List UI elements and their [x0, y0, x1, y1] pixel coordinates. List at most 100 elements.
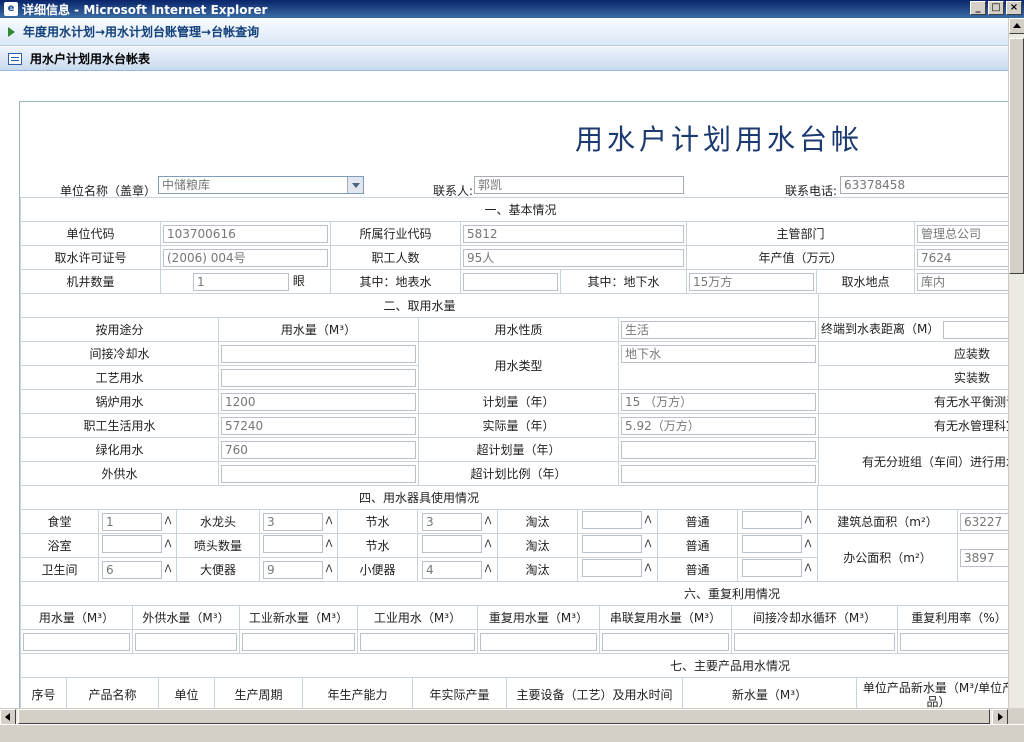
industry-code-label: 所属行业代码 [330, 221, 461, 246]
process-field[interactable] [221, 368, 416, 387]
reuse-field[interactable] [480, 632, 597, 651]
staff-field[interactable]: 95人 [463, 248, 684, 267]
toilet-room-field[interactable]: 6 [102, 560, 162, 579]
reuse-field[interactable] [242, 632, 355, 651]
intake-table: 二、取用水量 按用途分 用水量（M³） 用水性质 生活 终端到水表距离（M） 间… [20, 293, 1008, 486]
type-field[interactable]: 地下水 [621, 345, 817, 363]
scroll-left-button[interactable] [0, 709, 16, 725]
minimize-button[interactable]: _ [970, 1, 986, 15]
industry-code-field[interactable]: 5812 [463, 224, 684, 243]
reuse-field[interactable] [900, 632, 1008, 651]
appliance-table: 四、用水器具使用情况 食堂 1ᐱ 水龙头 3ᐱ 节水 3ᐱ 淘汰 ᐱ 普通 ᐱ … [20, 485, 1008, 582]
shower-field[interactable] [263, 535, 323, 553]
vertical-scrollbar[interactable] [1008, 18, 1024, 724]
stepper-up-icon[interactable]: ᐱ [483, 539, 493, 550]
unit-code-field[interactable]: 103700616 [163, 224, 328, 243]
list-icon [8, 52, 22, 65]
chevron-down-icon[interactable] [347, 177, 363, 193]
saving-field[interactable] [422, 535, 482, 553]
green-field[interactable]: 760 [221, 440, 416, 459]
urinal-field[interactable]: 4 [422, 560, 482, 579]
cooling-field[interactable] [221, 344, 416, 363]
stepper-up-icon[interactable]: ᐱ [163, 564, 173, 575]
domestic-field[interactable]: 57240 [221, 416, 416, 435]
reuse-field[interactable] [602, 632, 729, 651]
stepper-up-icon[interactable]: ᐱ [324, 539, 334, 550]
obsolete-field[interactable] [582, 559, 642, 577]
obsolete-field[interactable] [582, 535, 642, 553]
stepper-up-icon[interactable]: ᐱ [163, 516, 173, 527]
stepper-up-icon[interactable]: ᐱ [803, 515, 813, 526]
reuse-field[interactable] [360, 632, 475, 651]
stepper-up-icon[interactable]: ᐱ [643, 539, 653, 550]
normal-field[interactable] [742, 559, 802, 577]
office-field[interactable]: 3897 [960, 548, 1008, 567]
boiler-label: 锅炉用水 [20, 389, 219, 414]
header-row: 单位名称（盖章） 中储粮库 联系人: 郭凯 联系电话: 63378458 [20, 172, 1008, 198]
normal-field[interactable] [742, 535, 802, 553]
stepper-up-icon[interactable]: ᐱ [324, 516, 334, 527]
stepper-up-icon[interactable]: ᐱ [324, 564, 334, 575]
output-field[interactable]: 7624 [917, 248, 1008, 267]
horizontal-scrollbar[interactable] [0, 708, 1008, 725]
stepper-up-icon[interactable]: ᐱ [643, 563, 653, 574]
scroll-right-button[interactable] [992, 709, 1008, 725]
nature-label: 用水性质 [418, 317, 619, 342]
reuse-field[interactable] [734, 632, 895, 651]
stepper-up-icon[interactable]: ᐱ [483, 564, 493, 575]
surface-field[interactable] [463, 272, 558, 291]
stepper-up-icon[interactable]: ᐱ [483, 516, 493, 527]
section-header: 用水户计划用水台帐表 [0, 47, 1008, 71]
reuse-field[interactable] [23, 632, 130, 651]
stepper-up-icon[interactable]: ᐱ [803, 563, 813, 574]
stepper-up-icon[interactable]: ᐱ [163, 539, 173, 550]
boiler-field[interactable]: 1200 [221, 392, 416, 411]
product-col-header: 年实际产量 [412, 677, 507, 712]
wells-label: 机井数量 [20, 269, 161, 294]
distance-field[interactable] [943, 320, 1008, 339]
canteen-field[interactable]: 1 [102, 512, 162, 531]
nature-field[interactable]: 生活 [621, 320, 817, 339]
basic-section-title: 一、基本情况 [20, 197, 1008, 222]
section-title: 用水户计划用水台帐表 [30, 52, 151, 66]
surface-label: 其中：地表水 [330, 269, 461, 294]
window-title: 详细信息 - Microsoft Internet Explorer [22, 2, 268, 17]
maximize-button[interactable]: □ [988, 1, 1004, 15]
overplan-field[interactable] [621, 440, 817, 459]
cooling-label: 间接冷却水 [20, 341, 219, 366]
actual-field[interactable]: 5.92（万方） [621, 416, 817, 435]
stepper-up-icon[interactable]: ᐱ [803, 539, 813, 550]
obsolete-field[interactable] [582, 511, 642, 529]
bathroom-field[interactable] [102, 535, 162, 553]
reuse-col-header: 串联复用水量（M³） [599, 605, 732, 630]
permit-field[interactable]: (2006) 004号 [163, 248, 328, 267]
supply-field[interactable] [221, 464, 416, 483]
reuse-field[interactable] [135, 632, 237, 651]
close-button[interactable]: × [1006, 1, 1022, 15]
stepper-up-icon[interactable]: ᐱ [643, 515, 653, 526]
product-col-header: 单位产品新水量（M³/单位产品） [855, 677, 1008, 712]
saving-field[interactable]: 3 [422, 512, 482, 531]
wells-field[interactable]: 1 [193, 272, 289, 291]
reuse-col-header: 工业新水量（M³） [239, 605, 358, 630]
horizontal-scroll-thumb[interactable] [18, 709, 990, 724]
reuse-col-header: 重复利用率（%） [896, 605, 1008, 630]
ground-field[interactable]: 15万方 [689, 272, 814, 291]
reuse-section-title: 六、重复利用情况 [20, 581, 1008, 606]
dept-field[interactable]: 管理总公司 [917, 224, 1008, 243]
area-field[interactable]: 63227 [960, 512, 1008, 531]
vertical-scroll-thumb[interactable] [1009, 38, 1024, 274]
location-field[interactable]: 库内 [917, 272, 1008, 291]
normal-field[interactable] [742, 511, 802, 529]
plan-field[interactable]: 15 （万方） [621, 392, 817, 411]
contact-field[interactable]: 郭凯 [474, 176, 684, 194]
toilet-field[interactable]: 9 [263, 560, 323, 579]
faucet-field[interactable]: 3 [263, 512, 323, 531]
phone-field[interactable]: 63378458 [840, 176, 1008, 194]
domestic-label: 职工生活用水 [20, 413, 219, 438]
spacer-band [0, 72, 1008, 100]
scroll-up-button[interactable] [1009, 18, 1024, 34]
unit-name-select[interactable]: 中储粮库 [158, 176, 364, 194]
overratio-field[interactable] [621, 464, 817, 483]
reuse-col-header: 工业用水（M³） [357, 605, 478, 630]
